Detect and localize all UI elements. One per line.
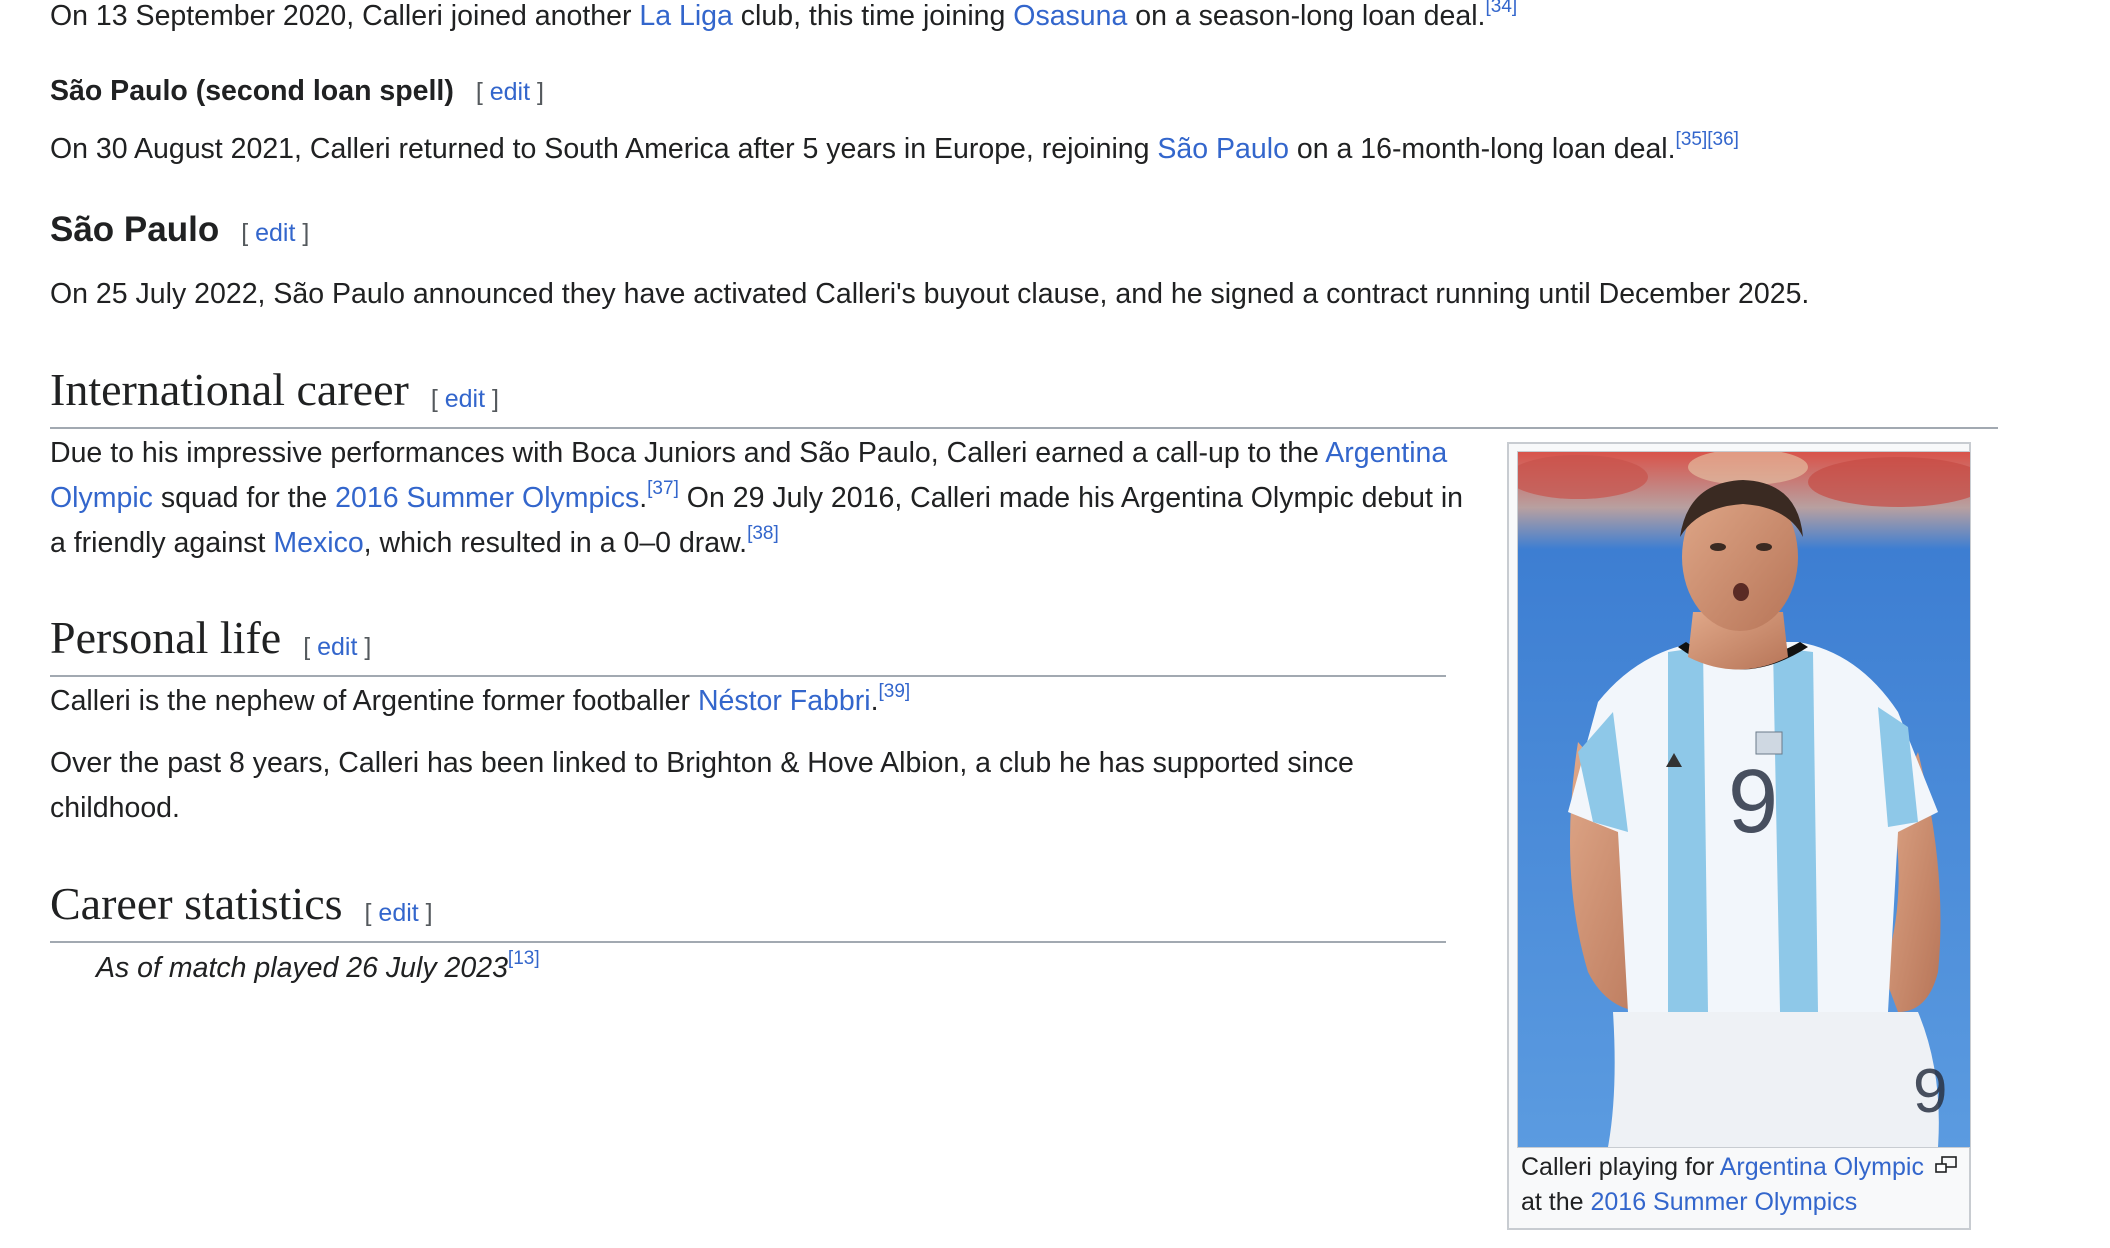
edit-career-statistics-link[interactable]: edit — [378, 899, 418, 927]
sao-paulo-loan-heading: São Paulo (second loan spell)[ edit ] — [50, 75, 544, 107]
player-photo-drawing: 9 9 — [1518, 452, 1970, 1147]
edit-international-career-link[interactable]: edit — [445, 385, 485, 413]
citation-36-link[interactable]: [36] — [1707, 129, 1739, 150]
osasuna-loan-paragraph: On 13 September 2020, Calleri joined ano… — [50, 0, 1517, 39]
summer-olympics-2016-link[interactable]: 2016 Summer Olympics — [335, 482, 639, 514]
article-page: On 13 September 2020, Calleri joined ano… — [0, 0, 2110, 1248]
thumbnail-caption: Calleri playing for Argentina Olympic at… — [1521, 1153, 1924, 1216]
nestor-fabbri-link[interactable]: Néstor Fabbri — [698, 685, 871, 717]
personal-life-paragraph-1: Calleri is the nephew of Argentine forme… — [50, 681, 911, 717]
citation-34-link[interactable]: [34] — [1485, 0, 1517, 17]
personal-life-paragraph-2: Over the past 8 years, Calleri has been … — [50, 747, 1354, 824]
personal-life-heading: Personal life[ edit ] — [50, 610, 1446, 677]
edit-sao-paulo-loan-link[interactable]: edit — [490, 78, 530, 106]
player-photo[interactable]: 9 9 — [1517, 451, 1971, 1148]
jersey-number: 9 — [1728, 752, 1778, 852]
la-liga-link[interactable]: La Liga — [639, 0, 733, 32]
citation-13-link[interactable]: [13] — [508, 948, 540, 969]
citation-37-link[interactable]: [37] — [647, 478, 679, 499]
magnify-clip-icon[interactable] — [1935, 1156, 1957, 1174]
edit-sao-paulo-link[interactable]: edit — [255, 219, 295, 247]
thumbnail-figure: 9 9 Calleri playing for Argentina Olympi… — [1507, 442, 1971, 1230]
career-statistics-note: As of match played 26 July 2023[13] — [96, 948, 540, 984]
sao-paulo-paragraph: On 25 July 2022, São Paulo announced the… — [50, 278, 1810, 310]
sao-paulo-heading: São Paulo[ edit ] — [50, 210, 310, 249]
international-career-heading: International career[ edit ] — [50, 362, 1998, 429]
caption-summer-olympics-link[interactable]: 2016 Summer Olympics — [1591, 1188, 1858, 1216]
international-career-paragraph: Due to his impressive performances with … — [50, 437, 1464, 559]
career-statistics-heading: Career statistics[ edit ] — [50, 876, 1446, 943]
shorts-number: 9 — [1913, 1057, 1947, 1126]
citation-35-link[interactable]: [35] — [1676, 129, 1708, 150]
edit-section-link: [ edit ] — [475, 78, 544, 106]
caption-argentina-olympic-link[interactable]: Argentina Olympic — [1720, 1153, 1924, 1181]
citation-38-link[interactable]: [38] — [747, 523, 779, 544]
sao-paulo-link[interactable]: São Paulo — [1157, 133, 1289, 165]
edit-personal-life-link[interactable]: edit — [317, 633, 357, 661]
sao-paulo-loan-paragraph: On 30 August 2021, Calleri returned to S… — [50, 129, 1739, 165]
mexico-link[interactable]: Mexico — [273, 527, 363, 559]
osasuna-link[interactable]: Osasuna — [1013, 0, 1127, 32]
citation-39-link[interactable]: [39] — [879, 681, 911, 702]
